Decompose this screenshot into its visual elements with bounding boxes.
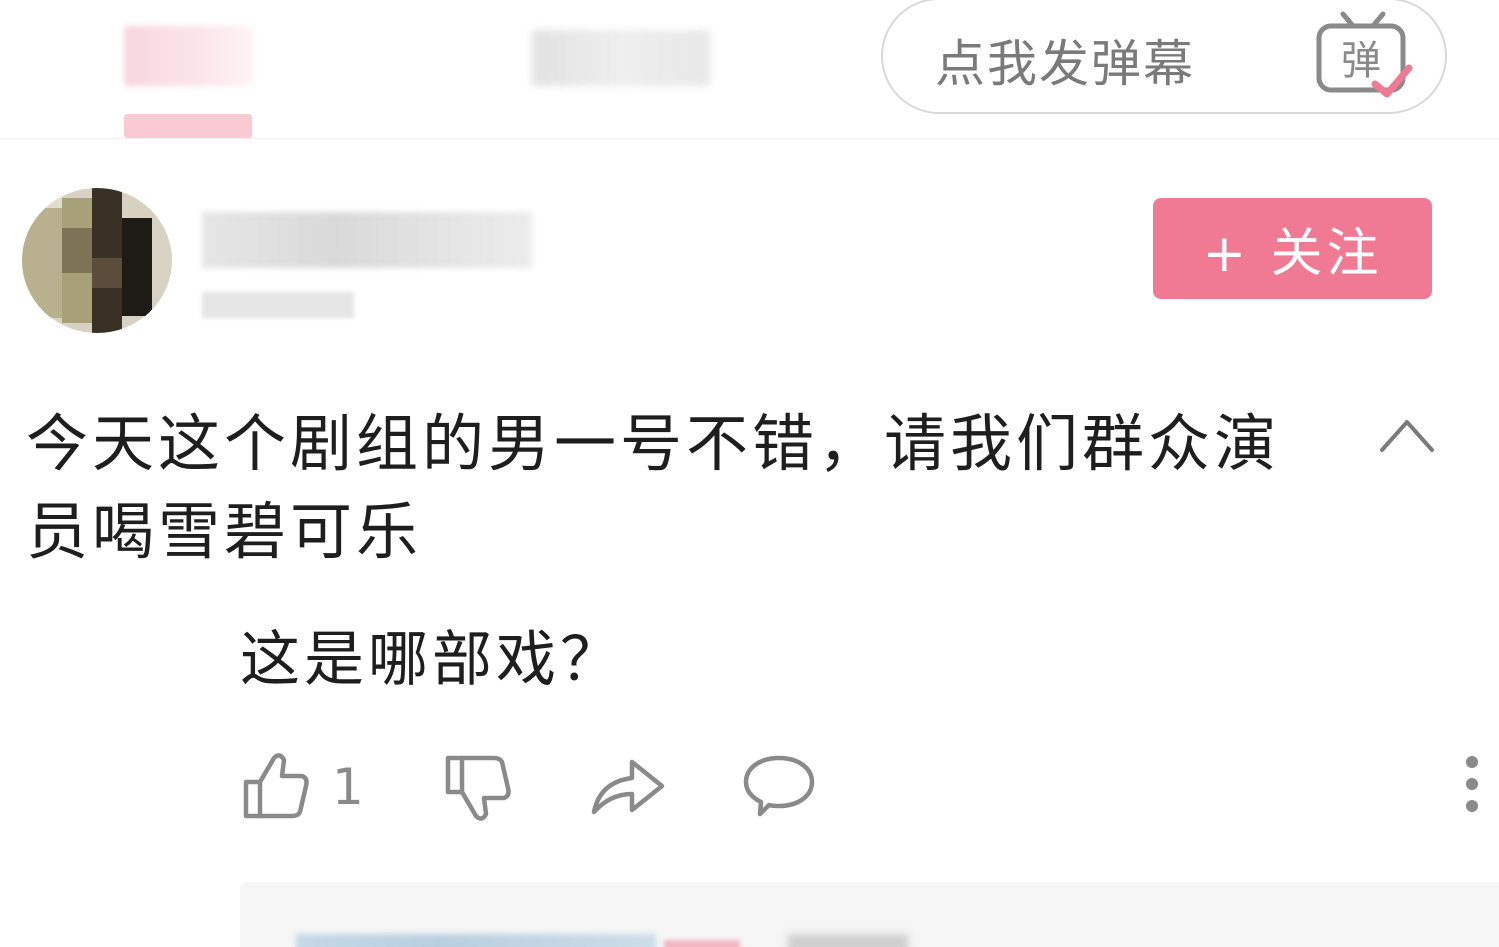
- thumbs-up-icon[interactable]: [240, 750, 312, 822]
- danmaku-placeholder: 点我发弹幕: [935, 35, 1195, 93]
- top-bar: 点我发弹幕 弹: [0, 0, 1499, 139]
- chevron-up-icon[interactable]: [1378, 414, 1436, 456]
- danmaku-icon-label: 弹: [1341, 38, 1381, 84]
- share-icon[interactable]: [590, 752, 666, 818]
- more-icon[interactable]: [1458, 752, 1486, 818]
- like-count: 1: [332, 758, 364, 816]
- avatar[interactable]: [22, 188, 172, 333]
- comment-icon[interactable]: [742, 752, 816, 818]
- tab-active-blurred[interactable]: [124, 26, 252, 86]
- follow-button[interactable]: + 关注: [1153, 198, 1432, 299]
- danmaku-input[interactable]: 点我发弹幕 弹: [881, 0, 1447, 114]
- sub-reply-username-blurred: [296, 934, 656, 947]
- tab-active-indicator: [124, 114, 252, 138]
- username-blurred[interactable]: [202, 212, 532, 268]
- post-meta-blurred: [202, 292, 354, 318]
- danmaku-toggle-icon[interactable]: 弹: [1313, 6, 1413, 102]
- thumbs-down-icon[interactable]: [442, 752, 514, 824]
- sub-reply-card[interactable]: [240, 882, 1499, 947]
- sub-reply-text-blurred: [788, 934, 908, 947]
- reply-text: 这是哪部戏？: [240, 625, 624, 695]
- tab-blurred[interactable]: [532, 30, 710, 86]
- comment-text: 今天这个剧组的男一号不错，请我们群众演员喝雪碧可乐: [26, 407, 1281, 568]
- sub-reply-badge-blurred: [664, 940, 740, 947]
- comment-page: 点我发弹幕 弹 + 关注 今天这个剧组的男一号不错，请我们群众演员喝雪碧可乐 这…: [0, 0, 1499, 947]
